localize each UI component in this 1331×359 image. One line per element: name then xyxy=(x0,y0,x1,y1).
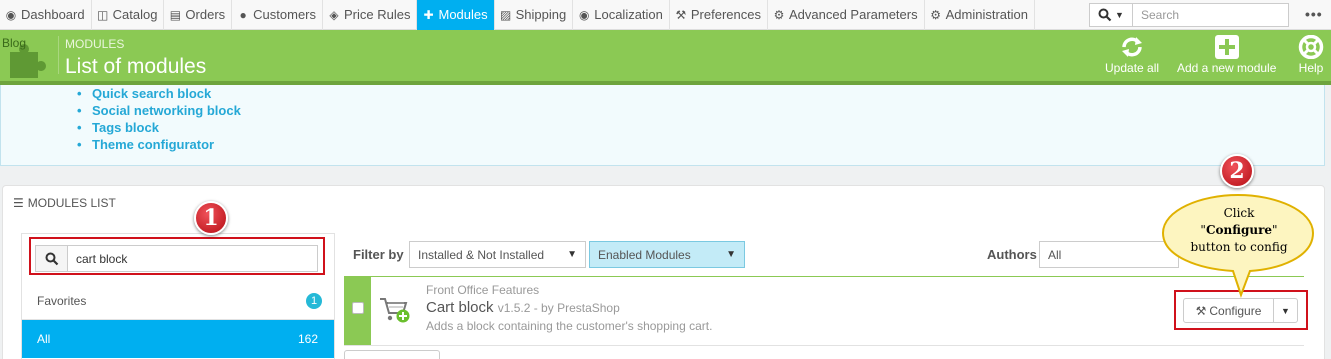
step-badge-2: 2 xyxy=(1220,154,1254,188)
update-all-button[interactable]: Update all xyxy=(1105,35,1159,75)
caret-down-icon: ▼ xyxy=(726,249,736,260)
help-label: Help xyxy=(1298,61,1324,75)
callout-quote: " xyxy=(1272,223,1278,237)
category-favorites[interactable]: Favorites 1 xyxy=(22,282,334,320)
category-label: Favorites xyxy=(37,293,87,308)
module-description: Adds a block containing the customer's s… xyxy=(426,319,713,333)
nav-label: Administration xyxy=(945,7,1028,22)
nav-label: Localization xyxy=(594,7,663,22)
search-icon xyxy=(1098,8,1112,22)
install-filter-select[interactable]: Installed & Not Installed ▼ xyxy=(409,241,586,268)
select-value: Installed & Not Installed xyxy=(418,247,545,262)
nav-label: Advanced Parameters xyxy=(788,7,918,22)
plus-square-icon xyxy=(1214,35,1239,59)
next-row-button[interactable] xyxy=(344,350,440,359)
breadcrumb[interactable]: MODULES xyxy=(65,37,124,51)
nav-advanced-parameters[interactable]: ⚙ Advanced Parameters xyxy=(768,0,925,30)
update-all-label: Update all xyxy=(1105,61,1160,75)
book-icon: ◫ xyxy=(96,7,109,22)
page-header: Blog MODULES List of modules Update all … xyxy=(0,30,1331,85)
callout-line: "Configure" xyxy=(1170,222,1308,239)
credit-card-icon: ▤ xyxy=(169,7,182,22)
callout-line: button to config xyxy=(1190,240,1288,254)
callout-text: Click "Configure" button to config xyxy=(1170,205,1308,256)
nav-modules[interactable]: ✚ Modules xyxy=(417,0,495,30)
panel-heading-label: MODULES LIST xyxy=(27,196,116,210)
search-type-dropdown[interactable]: ▼ xyxy=(1089,3,1133,27)
nav-label: Shipping xyxy=(515,7,567,22)
nav-catalog[interactable]: ◫ Catalog xyxy=(92,0,165,30)
step-badge-1: 1 xyxy=(194,201,228,235)
tags-icon: ◈ xyxy=(329,7,339,22)
nav-label: Customers xyxy=(253,7,317,22)
module-status-bar xyxy=(344,277,371,345)
authors-label: Authors xyxy=(987,247,1037,262)
filter-label: Filter by xyxy=(353,247,404,262)
add-new-module-button[interactable]: Add a new module xyxy=(1177,35,1276,75)
module-link[interactable]: Tags block xyxy=(77,119,241,136)
module-link[interactable]: Quick search block xyxy=(77,85,241,102)
nav-price-rules[interactable]: ◈ Price Rules xyxy=(323,0,418,30)
cogs-icon: ⚙ xyxy=(773,7,785,22)
module-link-list: Quick search block Social networking blo… xyxy=(77,85,241,153)
module-version: v1.5.2 - by PrestaShop xyxy=(497,301,620,315)
nav-label: Modules xyxy=(438,7,488,22)
status-filter-select[interactable]: Enabled Modules ▼ xyxy=(589,241,745,268)
header-divider xyxy=(58,36,59,74)
category-all[interactable]: All 162 xyxy=(22,320,334,358)
panel-heading: ☰ MODULES LIST xyxy=(13,196,116,210)
list-icon: ☰ xyxy=(13,196,24,210)
wrench-icon: ⚒ xyxy=(675,7,687,22)
nav-customers[interactable]: ● Customers xyxy=(232,0,324,30)
nav-shipping[interactable]: ▨ Shipping xyxy=(495,0,574,30)
more-menu-icon[interactable]: ••• xyxy=(1305,6,1323,22)
globe-icon: ◉ xyxy=(578,7,590,22)
nav-preferences[interactable]: ⚒ Preferences xyxy=(670,0,768,30)
callout-bold: Configure xyxy=(1205,223,1273,237)
info-panel: Quick search block Social networking blo… xyxy=(0,85,1325,166)
lifebuoy-icon xyxy=(1298,35,1324,59)
module-link[interactable]: Social networking block xyxy=(77,102,241,119)
count-badge: 162 xyxy=(297,332,318,346)
module-category: Front Office Features xyxy=(426,283,540,297)
count-badge: 1 xyxy=(306,292,322,309)
dashboard-icon: ◉ xyxy=(5,7,17,22)
nav-localization[interactable]: ◉ Localization xyxy=(573,0,670,30)
nav-label: Orders xyxy=(185,7,226,22)
gear-icon: ⚙ xyxy=(930,7,941,22)
page-title: List of modules xyxy=(65,55,207,78)
blog-link[interactable]: Blog xyxy=(2,36,26,50)
help-button[interactable]: Help xyxy=(1297,35,1325,75)
select-value: Enabled Modules xyxy=(598,247,691,262)
header-search: ▼ xyxy=(1089,3,1289,27)
nav-label: Price Rules xyxy=(344,7,411,22)
module-title: Cart block v1.5.2 - by PrestaShop xyxy=(426,299,620,316)
search-input[interactable] xyxy=(1133,3,1289,27)
nav-label: Preferences xyxy=(690,7,761,22)
nav-orders[interactable]: ▤ Orders xyxy=(164,0,233,30)
puzzle-icon: ✚ xyxy=(423,7,434,22)
highlight-frame-search xyxy=(29,237,325,275)
caret-down-icon: ▼ xyxy=(567,249,577,260)
module-name: Cart block xyxy=(426,299,494,316)
module-link[interactable]: Theme configurator xyxy=(77,136,241,153)
add-new-label: Add a new module xyxy=(1177,61,1277,75)
cart-icon xyxy=(380,298,410,323)
refresh-icon xyxy=(1122,37,1143,57)
module-checkbox[interactable] xyxy=(352,302,364,314)
select-value: All xyxy=(1048,247,1062,262)
nav-administration[interactable]: ⚙ Administration xyxy=(925,0,1035,30)
caret-down-icon: ▼ xyxy=(1115,10,1124,20)
category-label: All xyxy=(37,332,51,346)
nav-dashboard[interactable]: ◉ Dashboard xyxy=(0,0,92,30)
callout-line: Click xyxy=(1223,206,1255,220)
nav-label: Dashboard xyxy=(21,7,85,22)
nav-label: Catalog xyxy=(112,7,158,22)
truck-icon: ▨ xyxy=(499,7,512,22)
users-icon: ● xyxy=(239,7,247,22)
